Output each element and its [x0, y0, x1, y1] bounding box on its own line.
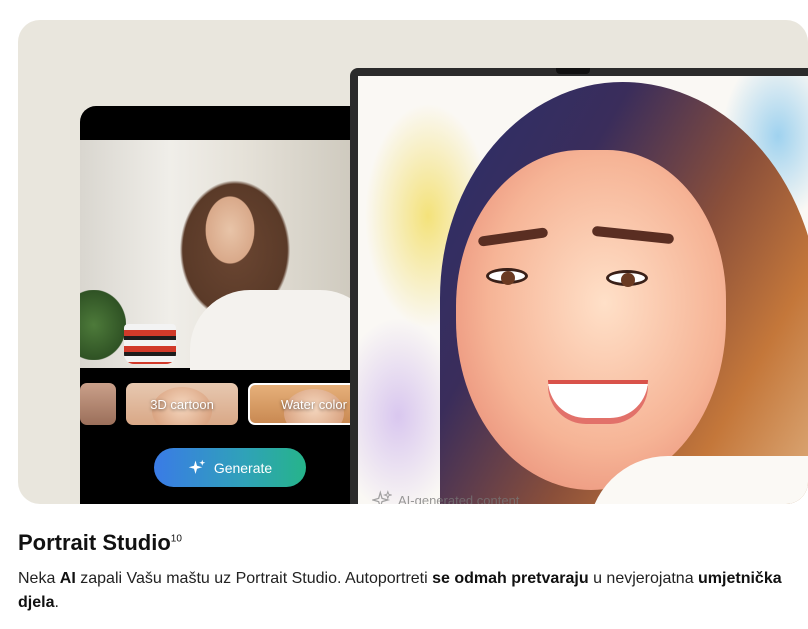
selfie-photo	[80, 140, 380, 370]
section-description: Neka AI zapali Vašu maštu uz Portrait St…	[18, 570, 782, 611]
generate-button[interactable]: Generate	[154, 448, 306, 487]
portrait-eye	[606, 270, 648, 287]
style-chip-label: 3D cartoon	[150, 396, 214, 412]
section-title-text: Portrait Studio	[18, 530, 171, 555]
phone-mockup: 3D cartoon Water color Generate	[80, 106, 380, 504]
style-options: 3D cartoon Water color	[80, 383, 380, 429]
tablet-mockup: AI-generated content	[350, 68, 808, 504]
plant-image	[80, 290, 126, 360]
portrait-eye	[486, 268, 528, 285]
watercolor-portrait: AI-generated content	[358, 76, 808, 504]
ai-generated-badge: AI-generated content	[372, 490, 519, 504]
section-title: Portrait Studio10	[18, 530, 182, 556]
ai-sparkle-icon	[372, 490, 392, 504]
generate-label: Generate	[213, 459, 273, 476]
hero-banner: 3D cartoon Water color Generate AI-gener…	[18, 20, 808, 504]
footnote-marker[interactable]: 10	[171, 534, 182, 545]
sparkle-icon	[188, 459, 206, 474]
camera-notch	[556, 68, 590, 74]
portrait-face	[456, 150, 726, 490]
style-chip-label: Water color	[281, 396, 347, 412]
ai-badge-label: AI-generated content	[398, 492, 520, 505]
mug-image	[124, 324, 176, 364]
portrait-smile	[548, 380, 648, 418]
style-chip-3d-cartoon[interactable]: 3D cartoon	[126, 383, 238, 425]
style-chip-partial[interactable]	[80, 383, 116, 425]
